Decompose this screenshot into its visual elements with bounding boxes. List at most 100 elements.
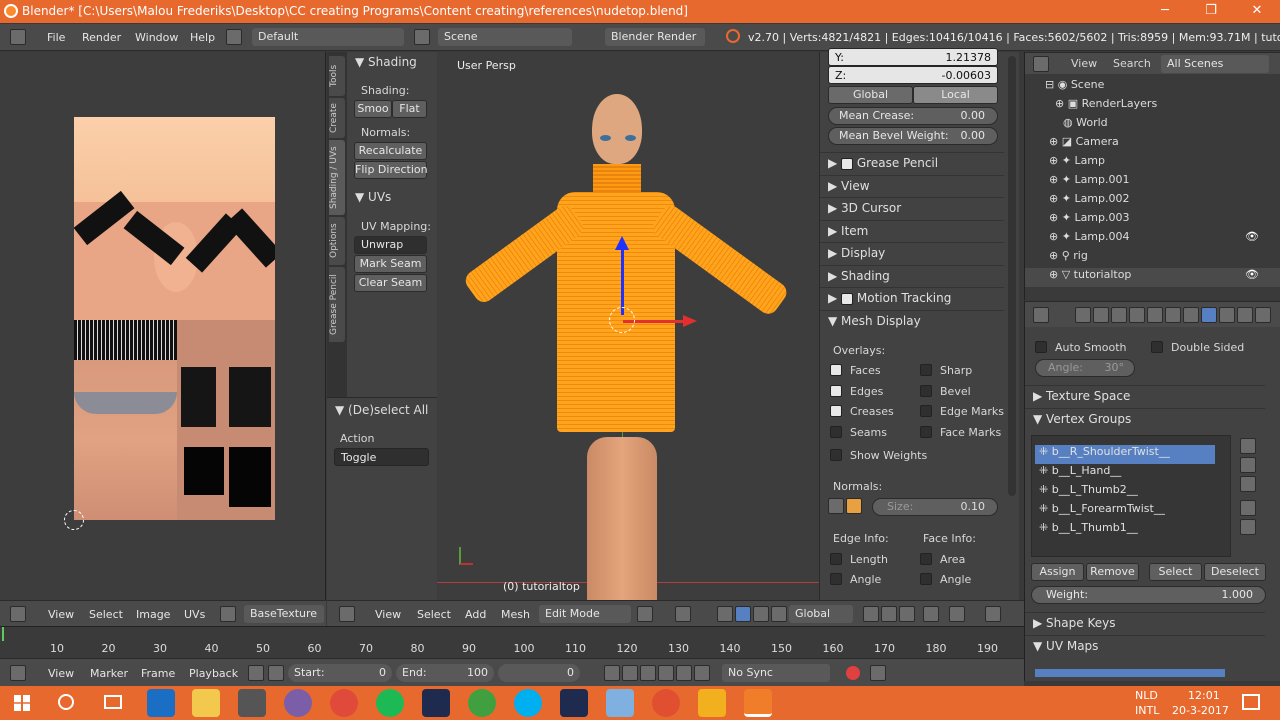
timeline-editor-type-icon[interactable] [10,665,26,681]
material-tab-icon[interactable] [1219,307,1235,323]
timeline-menu-playback[interactable]: Playback [189,667,238,680]
shading-panel-header[interactable]: ▼ Shading [355,55,417,69]
vertex-group-item[interactable]: ⁜ b__L_Thumb1__ [1035,521,1215,540]
uv-editor-type-icon[interactable] [10,606,26,622]
global-toggle[interactable]: Global [828,86,913,104]
show-weights-checkbox[interactable] [830,449,842,461]
render-layers-tab-icon[interactable] [1093,307,1109,323]
snap-icon[interactable] [985,606,1001,622]
uv-map-item[interactable] [1035,669,1225,677]
photoshop-icon-2[interactable] [560,689,588,717]
close-button[interactable]: ✕ [1234,0,1280,23]
menu-help[interactable]: Help [190,31,215,44]
remove-group-icon[interactable] [1240,457,1256,473]
scale-icon[interactable] [771,606,787,622]
outliner-filter-dropdown[interactable]: All Scenes [1161,55,1269,73]
double-sided-checkbox[interactable] [1151,341,1163,353]
vertex-group-item[interactable]: ⁜ b__R_ShoulderTwist__ [1035,445,1215,464]
file-explorer-icon[interactable] [192,689,220,717]
unwrap-dropdown[interactable]: Unwrap [354,236,427,254]
end-frame-field[interactable]: End: 100 [396,664,494,682]
mean-bevel-field[interactable]: Mean Bevel Weight: 0.00 [828,127,998,145]
manipulator-icon[interactable] [717,606,733,622]
limit-selection-icon[interactable] [923,606,939,622]
outliner-row[interactable]: ⊕ ◪ Camera [1025,135,1280,154]
render-tab-icon[interactable] [1075,307,1091,323]
data-tab-icon[interactable] [1201,307,1217,323]
creases-checkbox[interactable] [830,405,842,417]
edge-browser-icon[interactable] [147,689,175,717]
minimize-button[interactable]: ─ [1142,0,1188,23]
remove-button[interactable]: Remove [1086,563,1139,581]
tab-shading-uvs[interactable]: Shading / UVs [329,140,345,215]
move-down-icon[interactable] [1240,519,1256,535]
3d-cursor-icon[interactable] [609,307,635,333]
preview-range-icon[interactable] [248,665,264,681]
pivot-icon[interactable] [675,606,691,622]
vertex-group-item[interactable]: ⁜ b__L_ForearmTwist__ [1035,502,1215,521]
timeline-menu-marker[interactable]: Marker [90,667,128,680]
panel-shading[interactable]: ▶ Shading [820,265,1004,287]
outliner-row[interactable]: ⊟ ◉ Scene [1025,78,1280,97]
visibility-eye-icon[interactable]: 👁 [1245,230,1259,243]
outliner-row[interactable]: ⊕ ✦ Lamp.003 [1025,211,1280,230]
uv-menu-view[interactable]: View [48,608,74,621]
action-dropdown[interactable]: Toggle [334,448,429,466]
group-specials-icon[interactable] [1240,476,1256,492]
menu-file[interactable]: File [47,31,65,44]
maximize-button[interactable]: ❐ [1188,0,1234,23]
mark-seam-button[interactable]: Mark Seam [354,255,427,273]
outliner-editor-icon[interactable] [1033,56,1049,72]
view3d-menu-mesh[interactable]: Mesh [501,608,530,621]
timeline-ruler[interactable]: 10 20 30 40 50 60 70 80 90 100 110 120 130 140 150 160 1… [0,626,1024,658]
jump-keyframe-back-icon[interactable] [622,665,638,681]
smooth-button[interactable]: Smoo [354,100,392,118]
deselect-button[interactable]: Deselect [1204,563,1266,581]
layout-icon[interactable] [226,29,242,45]
spotify-icon[interactable] [376,689,404,717]
3d-viewport[interactable]: User Persp (0) tutorialtop [437,52,819,600]
constraints-tab-icon[interactable] [1165,307,1181,323]
outliner-view-menu[interactable]: View [1071,57,1097,70]
uvs-panel-header[interactable]: ▼ UVs [355,190,391,204]
flip-direction-button[interactable]: Flip Direction [354,161,428,179]
jump-start-icon[interactable] [604,665,620,681]
mode-dropdown[interactable]: Edit Mode [539,605,631,623]
record-icon[interactable] [846,666,860,680]
props-scrollbar[interactable] [1008,56,1016,496]
menu-window[interactable]: Window [135,31,178,44]
app-icon[interactable] [284,689,312,717]
area-checkbox[interactable] [920,553,932,565]
current-frame-marker[interactable] [2,627,4,641]
app-icon-m[interactable] [698,689,726,717]
play-icon[interactable] [658,665,674,681]
store-icon[interactable] [238,689,266,717]
panel-item[interactable]: ▶ Item [820,220,1004,242]
z-field[interactable]: Z: -0.00603 [828,66,998,84]
chrome-icon[interactable] [330,689,358,717]
shading-mode-icon[interactable] [637,606,653,622]
photoshop-icon[interactable] [422,689,450,717]
blender-taskbar-icon[interactable] [744,689,772,717]
weight-field[interactable]: Weight: 1.000 [1031,586,1266,604]
2d-cursor-icon[interactable] [64,510,84,530]
menu-render[interactable]: Render [82,31,121,44]
physics-tab-icon[interactable] [1255,307,1271,323]
texture-space-panel[interactable]: ▶ Texture Space [1025,385,1265,407]
view3d-menu-view[interactable]: View [375,608,401,621]
auto-smooth-checkbox[interactable] [1035,341,1047,353]
z-manipulator-arrow[interactable] [621,240,624,315]
outliner-row[interactable]: ⊕ ▣ RenderLayers [1025,97,1280,116]
play-reverse-icon[interactable] [640,665,656,681]
outliner-row[interactable]: ⊕ ✦ Lamp [1025,154,1280,173]
editor-type-icon[interactable] [10,29,26,45]
assign-button[interactable]: Assign [1031,563,1084,581]
timeline-menu-frame[interactable]: Frame [141,667,175,680]
orientation-dropdown[interactable]: Global [789,605,853,623]
outliner-row[interactable]: ◍ World [1025,116,1280,135]
bevel-checkbox[interactable] [920,385,932,397]
uv-maps-panel[interactable]: ▼ UV Maps [1025,635,1265,657]
outliner-row[interactable]: ⊕ ✦ Lamp.001 [1025,173,1280,192]
search-icon[interactable] [58,694,74,710]
clear-seam-button[interactable]: Clear Seam [354,274,427,292]
